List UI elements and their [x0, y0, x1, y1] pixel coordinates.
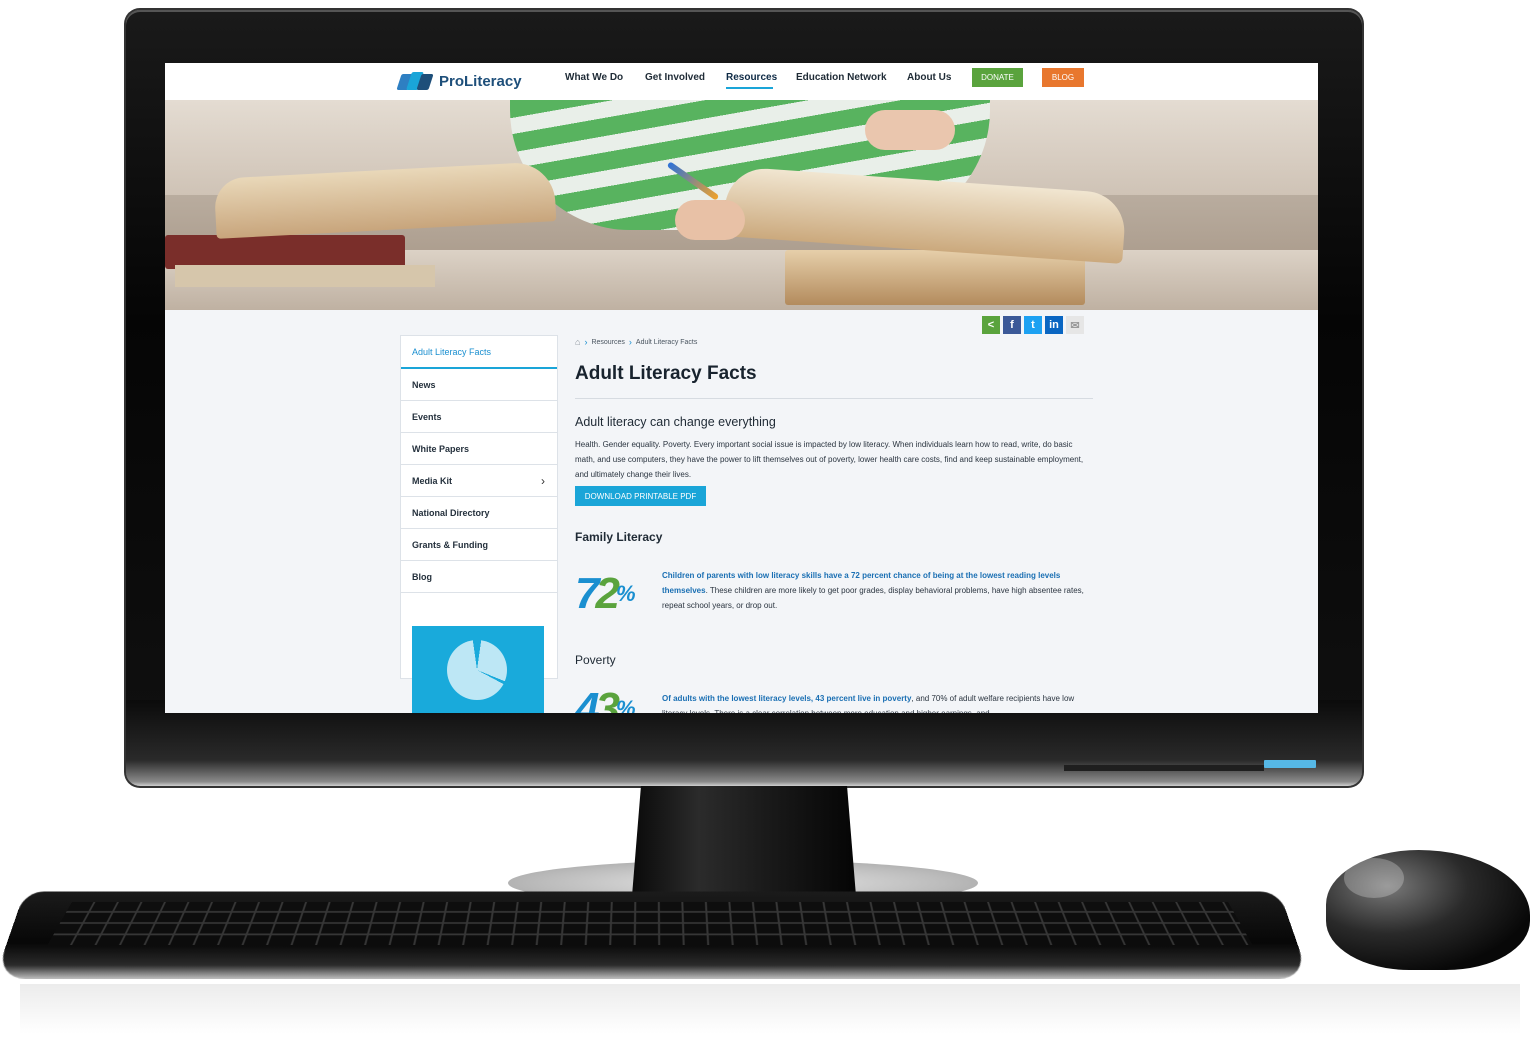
linkedin-icon[interactable]: in: [1045, 316, 1063, 334]
facebook-icon[interactable]: f: [1003, 316, 1021, 334]
breadcrumb-resources[interactable]: Resources: [591, 339, 624, 346]
poverty-text: Of adults with the lowest literacy level…: [662, 691, 1086, 713]
donate-button[interactable]: DONATE: [972, 68, 1023, 87]
power-led-icon: [1264, 760, 1316, 768]
breadcrumb-current: Adult Literacy Facts: [635, 338, 698, 346]
share-icon[interactable]: <: [982, 316, 1000, 334]
nav-about-us[interactable]: About Us: [907, 72, 951, 83]
email-icon[interactable]: ✉: [1066, 316, 1084, 334]
sidebar-item-label: Blog: [412, 571, 432, 582]
stat-digit: 3: [595, 684, 620, 714]
stat-percent: %: [615, 696, 636, 713]
poverty-stat: 43%: [575, 684, 636, 714]
browser-viewport: ProLiteracy What We Do Get Involved Reso…: [165, 63, 1318, 713]
hero-image: [165, 100, 1318, 310]
pie-chart-icon: [447, 640, 507, 700]
stat-digit: 7: [575, 569, 600, 618]
blog-button[interactable]: BLOG: [1042, 68, 1084, 87]
stat-percent: %: [615, 581, 636, 606]
poverty-heading: Poverty: [575, 653, 616, 667]
nav-education-network[interactable]: Education Network: [796, 72, 887, 83]
stat-highlight: Of adults with the lowest literacy level…: [662, 694, 912, 703]
chevron-right-icon: ›: [584, 337, 588, 347]
family-literacy-heading: Family Literacy: [575, 530, 663, 544]
section-subheading: Adult literacy can change everything: [575, 415, 776, 429]
monitor-control-strip: [1064, 765, 1264, 771]
mouse-highlight: [1344, 858, 1404, 898]
sidebar-item-label: White Papers: [412, 443, 470, 454]
sidebar-item-blog[interactable]: Blog: [401, 561, 557, 593]
divider: [575, 398, 1093, 399]
logo[interactable]: ProLiteracy: [396, 68, 522, 94]
monitor-stand: [632, 786, 856, 896]
chevron-right-icon: ›: [541, 473, 545, 488]
sidebar-item-label: Grants & Funding: [412, 539, 488, 550]
home-icon[interactable]: ⌂: [575, 337, 580, 347]
sidebar-item-news[interactable]: News: [401, 369, 557, 401]
sidebar-item-label: Events: [412, 411, 442, 422]
sidebar-item-media-kit[interactable]: Media Kit ›: [401, 465, 557, 497]
download-pdf-button[interactable]: DOWNLOAD PRINTABLE PDF: [575, 486, 706, 506]
desk-reflection: [20, 984, 1520, 1034]
sidebar-item-label: Adult Literacy Facts: [412, 346, 492, 357]
nav-what-we-do[interactable]: What We Do: [565, 72, 623, 83]
twitter-icon[interactable]: t: [1024, 316, 1042, 334]
stat-digit: 2: [595, 569, 620, 618]
sidebar-item-adult-literacy-facts[interactable]: Adult Literacy Facts: [401, 336, 557, 369]
sidebar-item-national-directory[interactable]: National Directory: [401, 497, 557, 529]
brand-name: ProLiteracy: [439, 72, 522, 90]
stat-digit: 4: [575, 684, 600, 714]
sidebar-item-label: National Directory: [412, 507, 490, 518]
sidebar-item-events[interactable]: Events: [401, 401, 557, 433]
share-bar: < f t in ✉: [982, 316, 1084, 334]
book-logo-icon: [396, 72, 434, 90]
sidebar-item-white-papers[interactable]: White Papers: [401, 433, 557, 465]
sidebar-item-label: Media Kit: [412, 475, 453, 486]
page-title: Adult Literacy Facts: [575, 363, 757, 384]
nav-active-indicator: [726, 87, 773, 89]
top-navigation: ProLiteracy What We Do Get Involved Reso…: [165, 63, 1318, 100]
family-literacy-stat: 72%: [575, 570, 636, 618]
family-literacy-text: Children of parents with low literacy sk…: [662, 568, 1086, 613]
sidebar-item-grants-funding[interactable]: Grants & Funding: [401, 529, 557, 561]
keyboard-keys: [47, 901, 1253, 946]
breadcrumb: ⌂ › Resources › Adult Literacy Facts: [575, 337, 697, 347]
nav-resources[interactable]: Resources: [726, 72, 777, 83]
chevron-right-icon: ›: [628, 337, 632, 347]
sidebar-promo-card[interactable]: [412, 626, 544, 713]
sidebar-item-label: News: [412, 379, 436, 390]
nav-get-involved[interactable]: Get Involved: [645, 72, 705, 83]
stat-body: . These children are more likely to get …: [662, 586, 1084, 610]
intro-paragraph: Health. Gender equality. Poverty. Every …: [575, 440, 1084, 479]
